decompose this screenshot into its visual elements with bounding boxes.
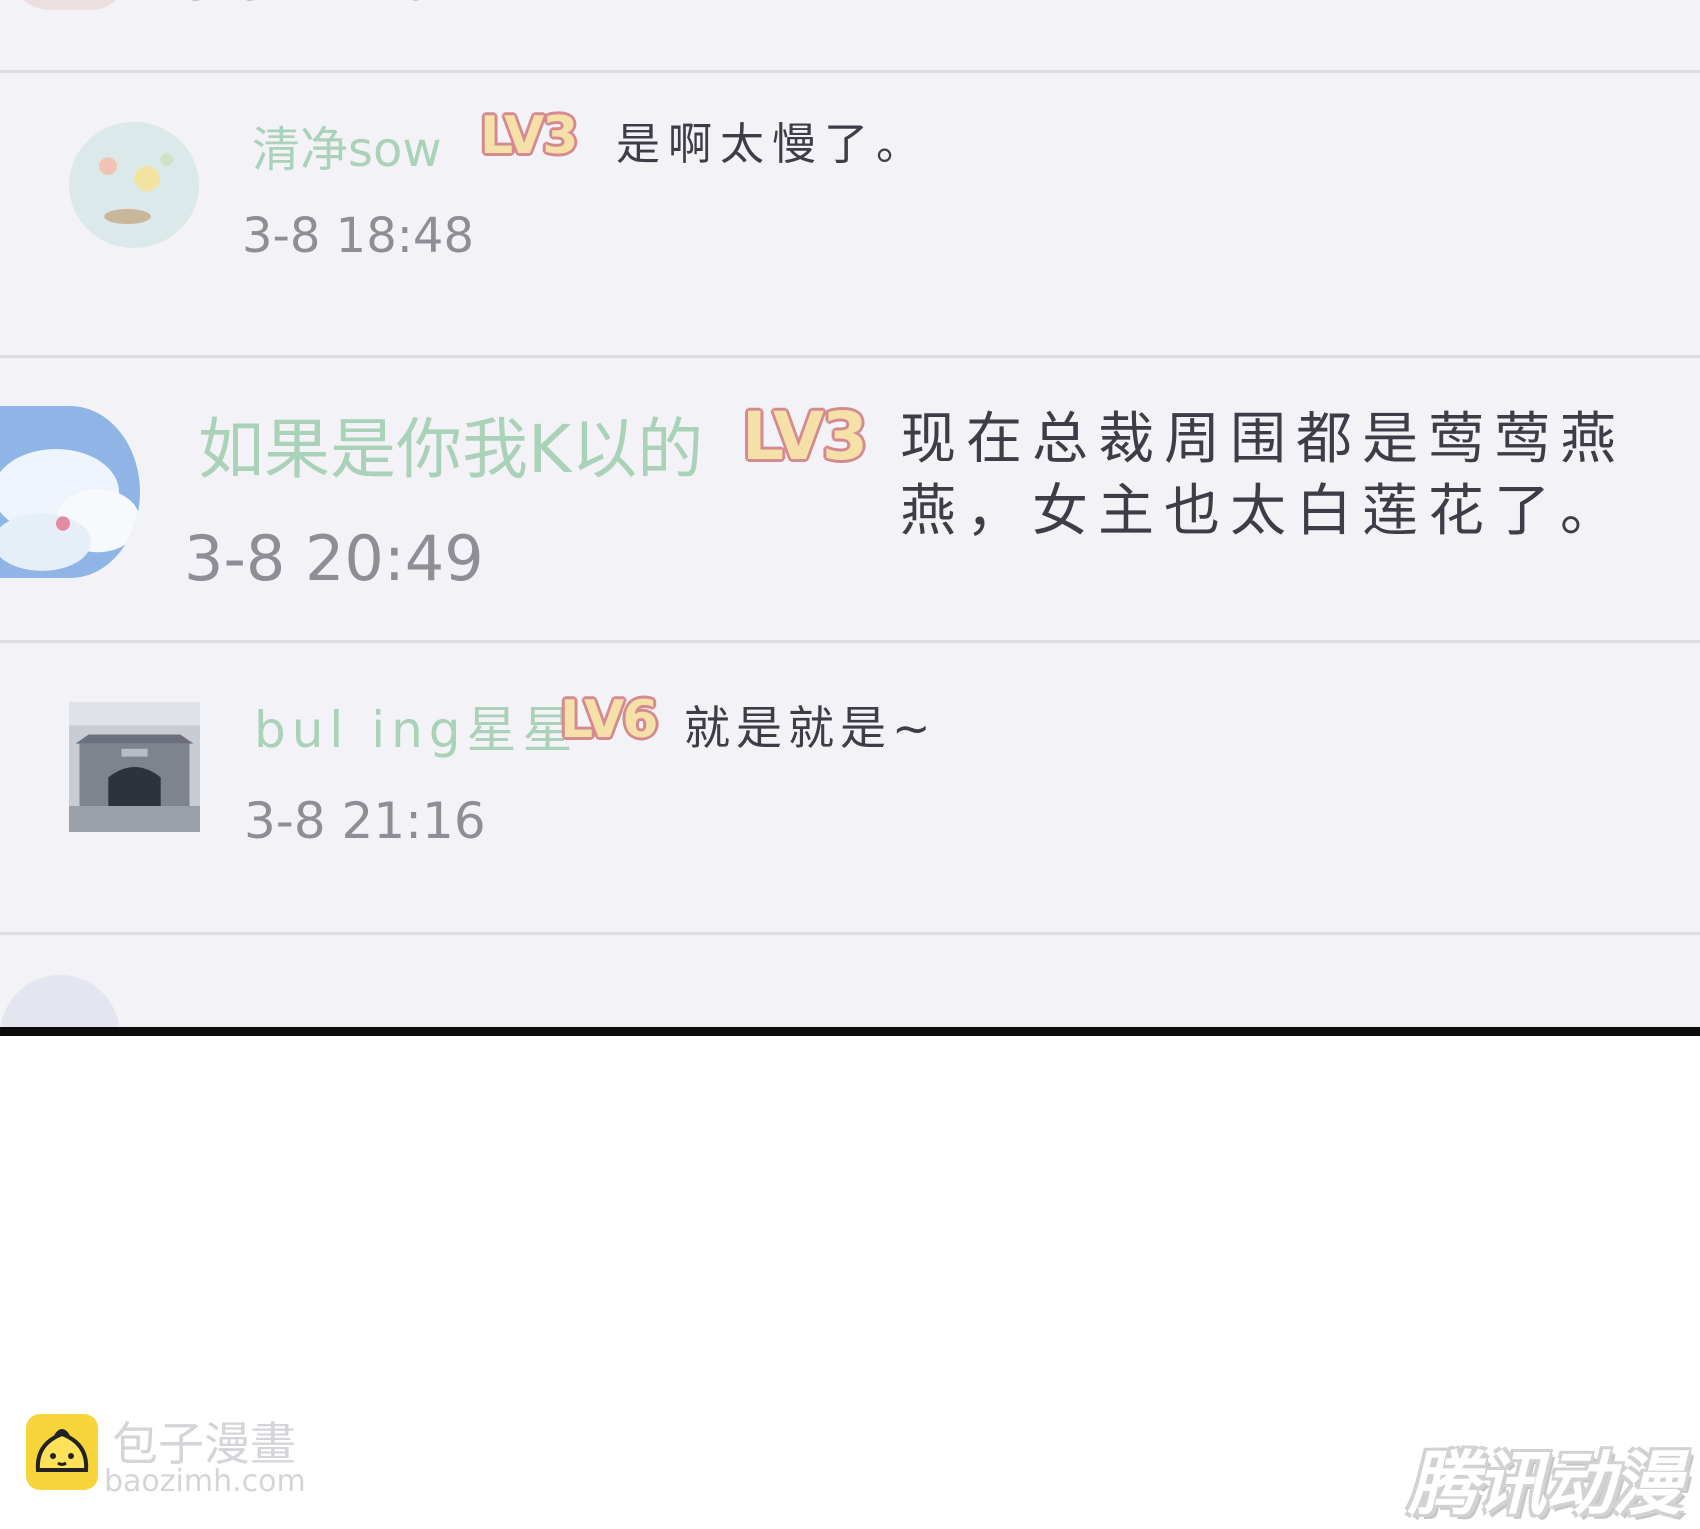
divider (0, 640, 1700, 643)
comment-time: 3-8 14:20 (182, 0, 433, 12)
gate-building-avatar-icon[interactable] (69, 702, 200, 832)
cloud-sky-avatar-icon[interactable] (0, 406, 140, 578)
comment-text: 是啊太慢了。 (616, 119, 928, 170)
comments-panel: 3-8 14:20 清净sow LV3 是啊太慢了。 3-8 18:48 (0, 0, 1700, 1036)
avatar[interactable] (0, 975, 120, 1027)
baozi-logo-icon (26, 1414, 98, 1490)
divider (0, 70, 1700, 73)
comment-text: 就是就是~ (684, 701, 937, 755)
username[interactable]: 清净sow (252, 110, 442, 180)
username[interactable]: bul ing星星 (254, 690, 579, 762)
comment-time: 3-8 21:16 (244, 792, 486, 850)
comment-time: 3-8 18:48 (242, 208, 474, 264)
avatar[interactable] (10, 0, 130, 10)
level-badge: LV3 (480, 106, 578, 166)
tencent-comic-watermark: 腾讯动漫 (1408, 1443, 1682, 1525)
comment-text: 现在总裁周围都是莺莺燕燕，女主也太白莲花了。 (900, 407, 1626, 544)
username[interactable]: 如果是你我K以的 (198, 396, 703, 492)
divider (0, 932, 1700, 935)
level-badge: LV3 (742, 398, 868, 475)
baozi-watermark: 包子漫畫 baozimh.com (26, 1414, 326, 1504)
comment-time: 3-8 20:49 (184, 522, 484, 595)
illustrated-circle-avatar-icon[interactable] (69, 122, 199, 248)
level-badge: LV6 (560, 690, 658, 750)
watermark-url: baozimh.com (104, 1464, 306, 1499)
divider (0, 355, 1700, 358)
